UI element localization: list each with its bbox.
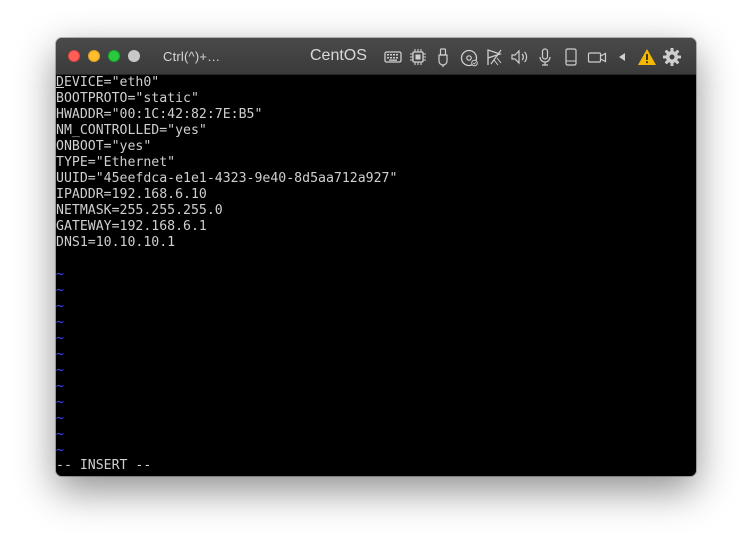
title-bar[interactable]: Ctrl(^)+… CentOS [56, 38, 696, 75]
empty-line-marker: ~ [56, 411, 64, 426]
disc-icon[interactable] [458, 46, 480, 68]
device-icon[interactable] [560, 46, 582, 68]
keyboard-icon[interactable] [382, 46, 404, 68]
cpu-icon[interactable] [407, 46, 429, 68]
gear-icon[interactable] [661, 46, 683, 68]
empty-line-marker: ~ [56, 395, 64, 410]
maximize-button[interactable] [108, 50, 120, 62]
microphone-icon[interactable] [534, 46, 556, 68]
empty-line-marker: ~ [56, 299, 64, 314]
window-title: CentOS [310, 47, 367, 64]
empty-line-marker: ~ [56, 331, 64, 346]
empty-line-marker: ~ [56, 347, 64, 362]
editor-line: BOOTPROTO="static" [56, 91, 199, 106]
editor-line: UUID="45eefdca-e1e1-4323-9e40-8d5aa712a9… [56, 171, 398, 186]
empty-line-marker: ~ [56, 267, 64, 282]
editor-line: TYPE="Ethernet" [56, 155, 176, 170]
usb-icon[interactable] [432, 46, 454, 68]
editor-line: DEVICE="eth0" [56, 75, 160, 90]
editor-line: GATEWAY=192.168.6.1 [56, 219, 207, 234]
warning-icon[interactable] [636, 46, 658, 68]
terminal-screen[interactable]: DEVICE="eth0" BOOTPROTO="static" HWADDR=… [56, 75, 696, 476]
empty-line-marker: ~ [56, 315, 64, 330]
network-icon[interactable] [483, 46, 505, 68]
keyboard-shortcut-label[interactable]: Ctrl(^)+… [163, 49, 220, 64]
minimize-button[interactable] [88, 50, 100, 62]
insert-mode-indicator: -- INSERT -- [56, 458, 152, 473]
back-arrow-icon[interactable] [611, 46, 633, 68]
editor-line: NM_CONTROLLED="yes" [56, 123, 207, 138]
speaker-icon[interactable] [509, 46, 531, 68]
text-cursor: D [56, 75, 64, 90]
empty-line-marker: ~ [56, 443, 64, 458]
empty-line-marker: ~ [56, 427, 64, 442]
editor-line: IPADDR=192.168.6.10 [56, 187, 207, 202]
close-button[interactable] [68, 50, 80, 62]
empty-line-marker: ~ [56, 379, 64, 394]
empty-line-marker: ~ [56, 363, 64, 378]
editor-line: DNS1=10.10.10.1 [56, 235, 176, 250]
editor-line: ONBOOT="yes" [56, 139, 152, 154]
empty-line-marker: ~ [56, 283, 64, 298]
camera-icon[interactable] [586, 46, 608, 68]
window-option-button[interactable] [128, 50, 140, 62]
editor-line: HWADDR="00:1C:42:82:7E:B5" [56, 107, 263, 122]
vm-window: Ctrl(^)+… CentOS DEVICE="eth0" BOOTPROTO… [56, 38, 696, 476]
editor-line: NETMASK=255.255.255.0 [56, 203, 223, 218]
